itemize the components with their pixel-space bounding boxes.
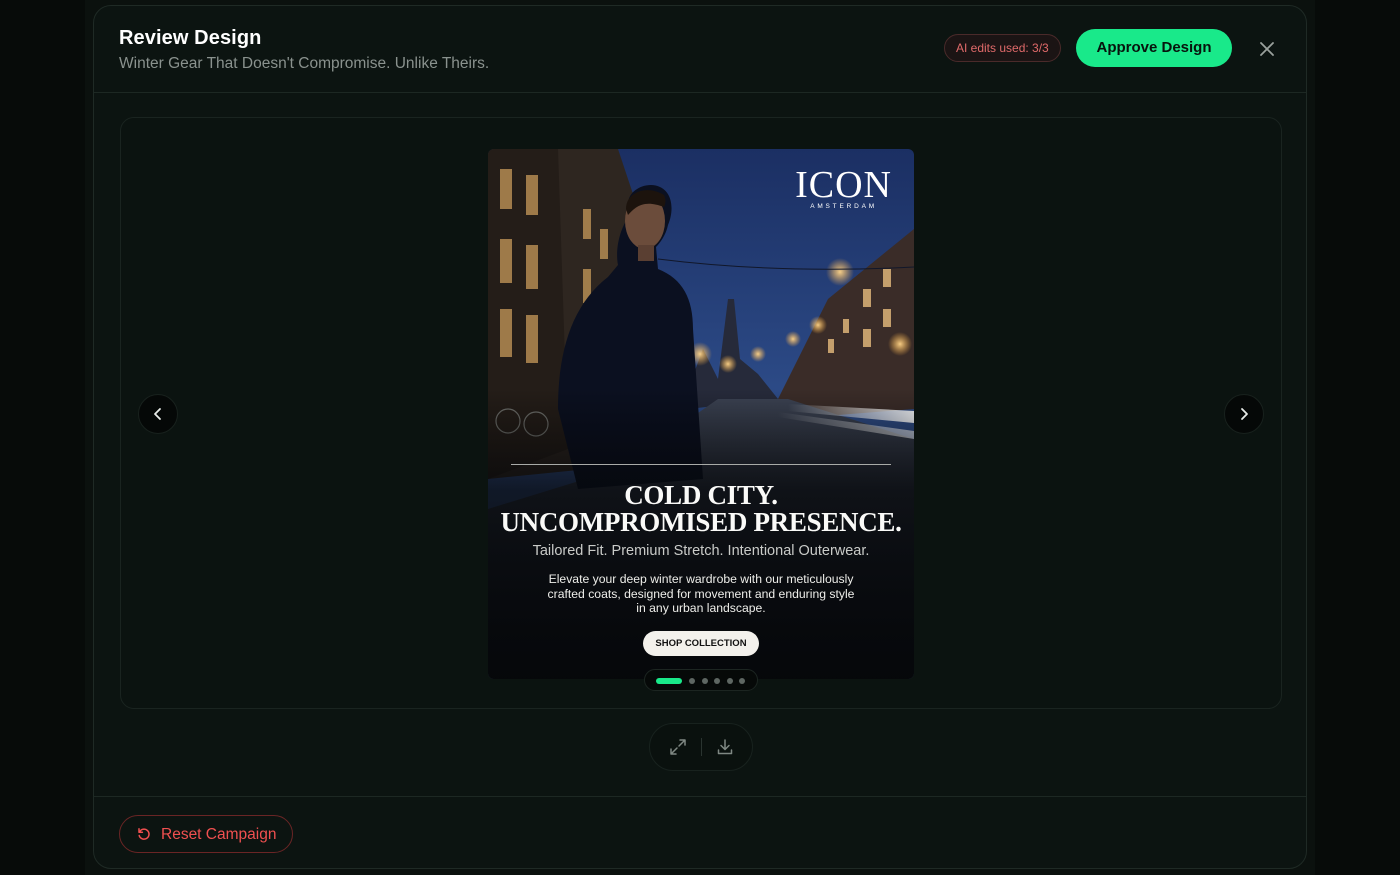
ai-edits-badge: AI edits used: 3/3	[944, 34, 1061, 62]
preview-toolbar	[649, 723, 753, 771]
design-preview-stage: ICON AMSTERDAM COLD CITY. UNCOMPROMISED …	[120, 117, 1282, 709]
slide-dot-1[interactable]	[656, 678, 682, 684]
ad-body-line: Elevate your deep winter wardrobe with o…	[548, 572, 854, 586]
brand-logo: ICON AMSTERDAM	[795, 165, 892, 210]
ad-tagline: Tailored Fit. Premium Stretch. Intention…	[532, 543, 870, 559]
previous-slide-button[interactable]	[138, 394, 178, 434]
reset-campaign-button[interactable]: Reset Campaign	[119, 815, 293, 853]
close-icon[interactable]	[1256, 38, 1278, 60]
ad-headline: COLD CITY. UNCOMPROMISED PRESENCE.	[488, 482, 914, 536]
reset-campaign-label: Reset Campaign	[161, 826, 277, 843]
slide-pagination	[644, 669, 758, 691]
ad-divider	[511, 464, 891, 465]
slide-dot-6[interactable]	[739, 678, 745, 684]
slide-dot-3[interactable]	[702, 678, 708, 684]
download-icon[interactable]	[715, 737, 735, 757]
approve-design-button[interactable]: Approve Design	[1076, 29, 1232, 67]
chevron-right-icon	[1241, 408, 1248, 420]
ad-creative: ICON AMSTERDAM COLD CITY. UNCOMPROMISED …	[488, 149, 914, 679]
reset-icon	[137, 827, 151, 841]
ad-body-line: in any urban landscape.	[636, 601, 766, 615]
modal-footer: Reset Campaign	[94, 796, 1306, 868]
toolbar-divider	[701, 738, 702, 756]
modal-title: Review Design	[119, 27, 262, 49]
slide-dot-4[interactable]	[714, 678, 720, 684]
shop-collection-button[interactable]: SHOP COLLECTION	[643, 631, 759, 656]
ad-headline-line2: UNCOMPROMISED PRESENCE.	[500, 507, 902, 537]
next-slide-button[interactable]	[1224, 394, 1264, 434]
ad-headline-line1: COLD CITY.	[624, 480, 778, 510]
brand-name: ICON	[795, 164, 892, 206]
chevron-left-icon	[154, 408, 161, 420]
ad-body-line: crafted coats, designed for movement and…	[547, 586, 855, 601]
modal-subtitle: Winter Gear That Doesn't Compromise. Unl…	[119, 55, 490, 72]
slide-dot-5[interactable]	[727, 678, 733, 684]
slide-dot-2[interactable]	[689, 678, 695, 684]
ad-body-copy: Elevate your deep winter wardrobe with o…	[538, 572, 864, 616]
review-design-modal: Review Design Winter Gear That Doesn't C…	[93, 5, 1307, 869]
modal-header: Review Design Winter Gear That Doesn't C…	[94, 6, 1306, 93]
expand-icon[interactable]	[668, 737, 688, 757]
